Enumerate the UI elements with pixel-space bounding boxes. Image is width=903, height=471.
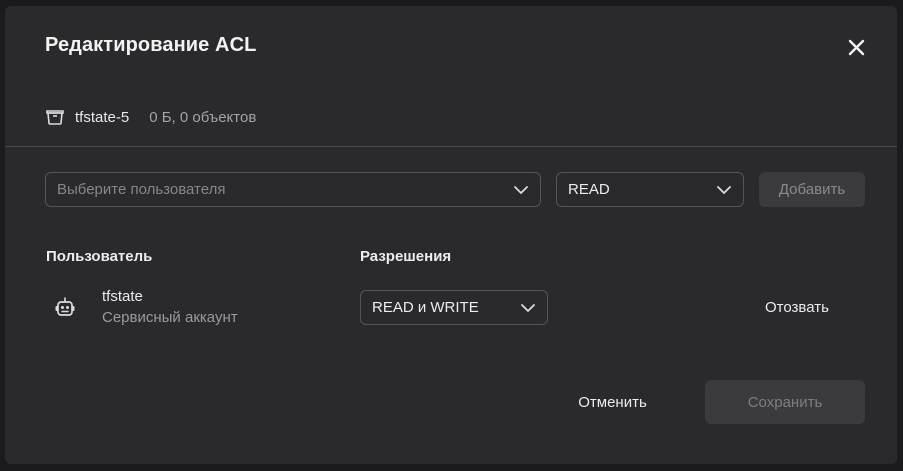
bucket-info: tfstate-5 0 Б, 0 объектов xyxy=(45,107,256,127)
close-button[interactable] xyxy=(843,34,869,60)
robot-icon xyxy=(54,297,76,319)
revoke-button[interactable]: Отозвать xyxy=(765,299,829,316)
cancel-button[interactable]: Отменить xyxy=(560,380,665,424)
bucket-meta: 0 Б, 0 объектов xyxy=(149,108,257,126)
save-button[interactable]: Сохранить xyxy=(705,380,865,424)
account-type: Сервисный аккаунт xyxy=(102,309,238,326)
row-permission-select[interactable]: READ и WRITE xyxy=(360,290,548,325)
column-header-permissions: Разрешения xyxy=(360,248,452,265)
divider xyxy=(5,146,897,147)
account-name: tfstate xyxy=(102,288,143,305)
bucket-icon xyxy=(45,108,65,126)
chevron-down-icon xyxy=(513,185,529,195)
permission-select-value: READ xyxy=(568,181,610,198)
bucket-name: tfstate-5 xyxy=(75,108,130,126)
permission-select[interactable]: READ xyxy=(556,172,744,207)
add-button[interactable]: Добавить xyxy=(759,172,865,207)
edit-acl-dialog: Редактирование ACL tfstate-5 0 Б, 0 объе… xyxy=(5,6,897,464)
user-select-placeholder: Выберите пользователя xyxy=(57,181,226,198)
close-icon xyxy=(848,39,865,56)
dialog-title: Редактирование ACL xyxy=(45,34,257,56)
row-permission-value: READ и WRITE xyxy=(372,299,479,316)
chevron-down-icon xyxy=(716,185,732,195)
chevron-down-icon xyxy=(520,303,536,313)
column-header-user: Пользователь xyxy=(46,248,153,265)
user-select[interactable]: Выберите пользователя xyxy=(45,172,541,207)
